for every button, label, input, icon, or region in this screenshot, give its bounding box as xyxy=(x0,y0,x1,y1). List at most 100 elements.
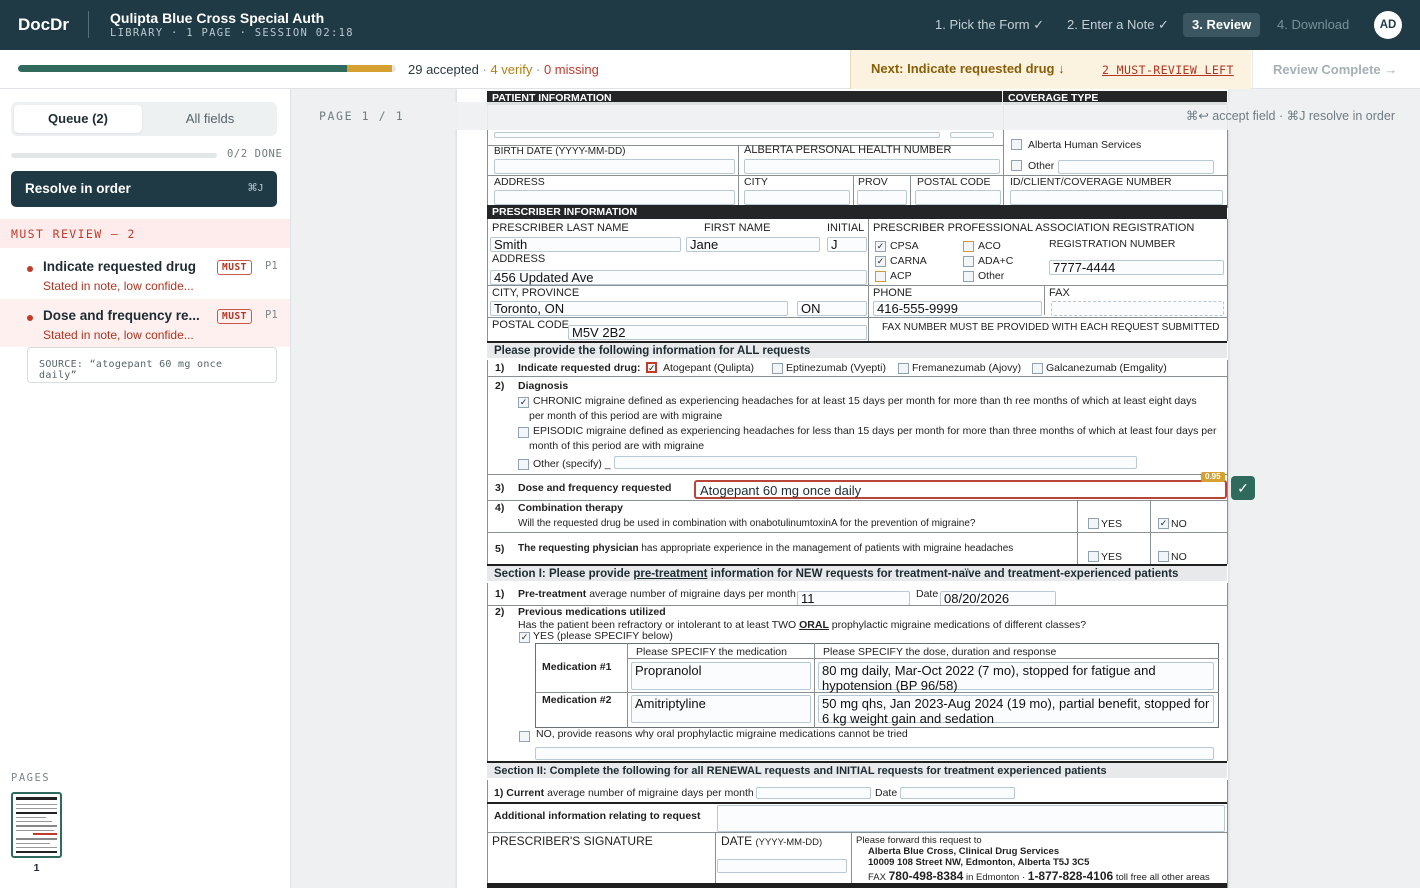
prescriber-address-field[interactable]: 456 Updated Ave xyxy=(490,270,867,285)
drug-atogepant-label: Atogepant (Qulipta) xyxy=(663,362,755,374)
drug-fremanezumab-checkbox[interactable] xyxy=(898,363,909,374)
pretreatment-date-field[interactable]: 08/20/2026 xyxy=(940,591,1056,606)
medication-2-name-field[interactable]: Amitriptyline xyxy=(631,695,811,723)
user-avatar[interactable]: AD xyxy=(1374,11,1402,39)
other-diagnosis-label: Other (specify) _ xyxy=(533,458,611,470)
resolve-label: Resolve in order xyxy=(25,181,131,196)
queue-item-dose-frequency[interactable]: Dose and frequency re... Stated in note,… xyxy=(0,299,290,347)
step-review[interactable]: 3. Review xyxy=(1183,13,1261,37)
patient-initial-field[interactable] xyxy=(950,132,994,138)
step-download[interactable]: 4. Download xyxy=(1268,13,1358,37)
city-field[interactable] xyxy=(744,190,850,205)
postal-code-field[interactable]: M5V 2B2 xyxy=(568,325,867,340)
fax-field[interactable] xyxy=(1051,301,1224,316)
other-assoc-checkbox[interactable] xyxy=(963,271,974,282)
page-thumbnail[interactable] xyxy=(11,792,62,858)
first-name-field[interactable]: Jane xyxy=(686,237,820,252)
no-reason-field[interactable] xyxy=(535,747,1214,760)
registration-number-field[interactable]: 7777-4444 xyxy=(1049,260,1224,275)
postal-code-label: POSTAL CODE xyxy=(492,319,570,331)
review-complete-button[interactable]: Review Complete → xyxy=(1252,50,1420,89)
s1-q2-label: Previous medications utilized xyxy=(518,606,666,618)
additional-info-field[interactable] xyxy=(717,805,1225,832)
phn-field[interactable] xyxy=(744,159,1000,174)
phn-label: ALBERTA PERSONAL HEALTH NUMBER xyxy=(744,144,952,156)
medication-1-name-field[interactable]: Propranolol xyxy=(631,662,811,690)
progress-verify-fill xyxy=(346,65,393,72)
table-rule xyxy=(814,643,815,728)
physician-yes-checkbox[interactable] xyxy=(1088,551,1099,562)
combination-no-checkbox[interactable]: ✓ xyxy=(1158,518,1169,529)
all-requests-header: Please provide the following information… xyxy=(487,341,1227,358)
postal-field[interactable] xyxy=(915,190,1001,205)
fax-edmonton-label: in Edmonton xyxy=(965,872,1020,883)
review-sidebar: Queue (2) All fields 0/2 DONE Resolve in… xyxy=(0,89,291,888)
patient-name-field[interactable] xyxy=(494,132,940,138)
adac-checkbox[interactable] xyxy=(963,256,974,267)
city-field-prescriber[interactable]: Toronto, ON xyxy=(490,301,788,316)
acp-checkbox[interactable] xyxy=(875,271,886,282)
last-name-field[interactable]: Smith xyxy=(490,237,681,252)
coverage-other-field[interactable] xyxy=(1058,160,1214,174)
status-bar: 29 accepted · 4 verify · 0 missing Next:… xyxy=(0,50,1420,89)
current-days-field[interactable] xyxy=(756,787,871,799)
chronic-checkbox[interactable]: ✓ xyxy=(518,397,529,408)
q5-label: The requesting physician xyxy=(518,543,639,554)
medication-2-label: Medication #2 xyxy=(542,694,612,706)
resolve-shortcut: ⌘J xyxy=(247,182,263,194)
medication-2-detail-field[interactable]: 50 mg qhs, Jan 2023-Aug 2024 (19 mo), pa… xyxy=(818,695,1214,726)
medication-1-detail-field[interactable]: 80 mg daily, Mar-Oct 2022 (7 mo), stoppe… xyxy=(818,662,1214,693)
section-two-header: Section II: Complete the following for a… xyxy=(487,761,1227,778)
additional-info-label: Additional information relating to reque… xyxy=(494,810,701,822)
tab-queue[interactable]: Queue (2) xyxy=(14,105,142,133)
pretreatment-days-field[interactable]: 11 xyxy=(797,591,910,606)
episodic-checkbox[interactable] xyxy=(518,427,529,438)
signature-date-field[interactable] xyxy=(717,859,847,873)
coverage-other-checkbox[interactable] xyxy=(1011,160,1022,171)
resolve-in-order-button[interactable]: Resolve in order ⌘J xyxy=(11,171,277,207)
prior-meds-no-checkbox[interactable] xyxy=(519,731,530,742)
queue-item-reason: Stated in note, low confide... xyxy=(43,328,194,342)
province-field[interactable]: ON xyxy=(797,301,867,316)
drug-eptinezumab-checkbox[interactable] xyxy=(772,363,783,374)
initial-field[interactable]: J xyxy=(827,237,867,252)
address-field[interactable] xyxy=(494,190,735,205)
must-review-left-link[interactable]: 2 MUST-REVIEW LEFT xyxy=(1102,63,1234,77)
combination-yes-checkbox[interactable] xyxy=(1088,518,1099,529)
form-border xyxy=(487,583,488,761)
document-viewer: PATIENT INFORMATION COVERAGE TYPE Albert… xyxy=(292,89,1420,888)
physician-no-checkbox[interactable] xyxy=(1158,551,1169,562)
sig-date-label: DATE xyxy=(721,834,753,848)
coverage-ahs-checkbox[interactable] xyxy=(1011,139,1022,150)
accept-field-button[interactable]: ✓ xyxy=(1231,476,1255,500)
queue-item-name: Dose and frequency re... xyxy=(43,308,200,323)
cpsa-checkbox[interactable]: ✓ xyxy=(875,241,886,252)
dose-frequency-field[interactable]: Atogepant 60 mg once daily xyxy=(694,480,1227,499)
form-border xyxy=(487,780,488,888)
phone-field[interactable]: 416-555-9999 xyxy=(873,301,1042,316)
s2-date-field[interactable] xyxy=(900,787,1015,799)
id-number-field[interactable] xyxy=(1010,190,1223,205)
next-field-label[interactable]: Next: Indicate requested drug ↓ xyxy=(871,61,1065,76)
step-pick-form[interactable]: 1. Pick the Form ✓ xyxy=(926,13,1053,37)
birth-date-field[interactable] xyxy=(494,159,735,174)
forward-org: Alberta Blue Cross, Clinical Drug Servic… xyxy=(868,846,1060,857)
tab-all-fields[interactable]: All fields xyxy=(146,105,274,133)
other-diagnosis-field[interactable] xyxy=(614,456,1137,469)
table-rule xyxy=(627,658,1219,659)
drug-galcanezumab-checkbox[interactable] xyxy=(1032,363,1043,374)
aco-checkbox[interactable] xyxy=(963,241,974,252)
other-diagnosis-checkbox[interactable] xyxy=(518,459,529,470)
prov-field[interactable] xyxy=(857,190,907,205)
section-one-underline: pre-treatment xyxy=(633,568,708,580)
drug-atogepant-checkbox[interactable]: ✓ xyxy=(646,362,657,373)
pretreatment-date-label: Date xyxy=(916,588,939,600)
carna-checkbox[interactable]: ✓ xyxy=(875,256,886,267)
next-field-banner[interactable]: Next: Indicate requested drug ↓ 2 MUST-R… xyxy=(850,50,1251,89)
medication-column-header: Please SPECIFY the medication xyxy=(636,646,787,658)
step-enter-note[interactable]: 2. Enter a Note ✓ xyxy=(1058,13,1178,37)
form-border xyxy=(1227,219,1228,341)
app-logo[interactable]: DocDr xyxy=(18,15,69,35)
prior-meds-yes-checkbox[interactable]: ✓ xyxy=(519,632,530,643)
queue-item-requested-drug[interactable]: Indicate requested drug Stated in note, … xyxy=(0,250,290,298)
